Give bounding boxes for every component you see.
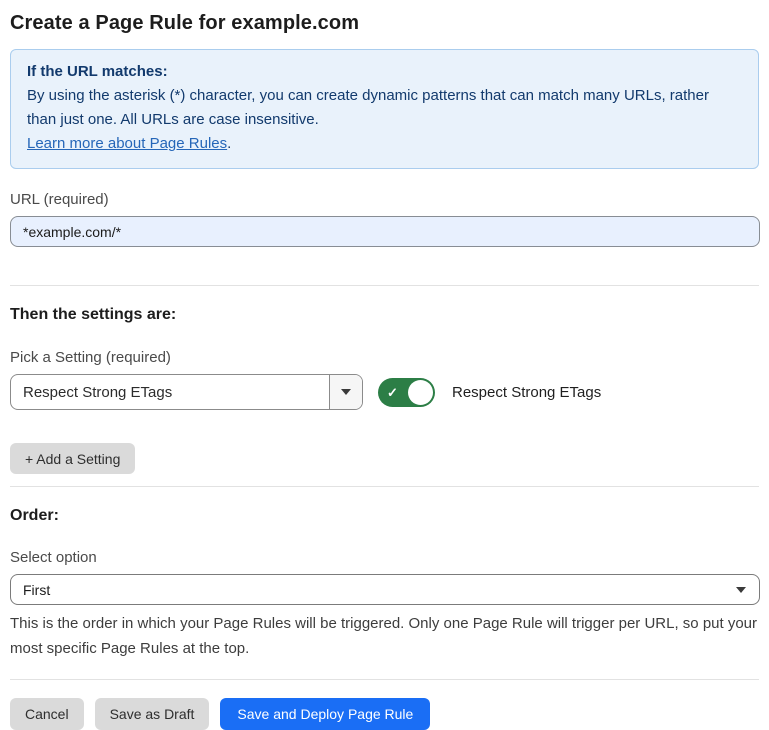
chevron-down-icon bbox=[341, 389, 351, 395]
setting-dropdown[interactable]: Respect Strong ETags bbox=[10, 374, 363, 410]
save-draft-button[interactable]: Save as Draft bbox=[95, 698, 210, 730]
add-setting-button[interactable]: + Add a Setting bbox=[10, 443, 135, 474]
page-rule-form: Create a Page Rule for example.com If th… bbox=[0, 0, 769, 730]
divider bbox=[10, 285, 759, 286]
setting-row: Respect Strong ETags ✓ Respect Strong ET… bbox=[10, 374, 759, 410]
info-box-link-line: Learn more about Page Rules. bbox=[27, 132, 742, 156]
url-section: URL (required) bbox=[10, 191, 759, 247]
url-field-label: URL (required) bbox=[10, 191, 759, 208]
save-deploy-button[interactable]: Save and Deploy Page Rule bbox=[220, 698, 430, 730]
page-title: Create a Page Rule for example.com bbox=[10, 12, 759, 35]
setting-dropdown-value: Respect Strong ETags bbox=[11, 375, 329, 409]
setting-dropdown-arrow-button[interactable] bbox=[329, 375, 362, 409]
divider bbox=[10, 679, 759, 680]
check-icon: ✓ bbox=[387, 385, 398, 400]
form-actions: Cancel Save as Draft Save and Deploy Pag… bbox=[10, 698, 759, 730]
toggle-knob bbox=[408, 380, 433, 405]
divider bbox=[10, 486, 759, 487]
info-box-body: By using the asterisk (*) character, you… bbox=[27, 84, 742, 132]
order-heading: Order: bbox=[10, 507, 759, 525]
info-box-heading: If the URL matches: bbox=[27, 60, 742, 84]
order-select-value: First bbox=[23, 582, 50, 598]
cancel-button[interactable]: Cancel bbox=[10, 698, 84, 730]
url-input[interactable] bbox=[10, 216, 760, 247]
order-select[interactable]: First bbox=[10, 574, 760, 605]
setting-picker-label: Pick a Setting (required) bbox=[10, 349, 759, 366]
settings-heading: Then the settings are: bbox=[10, 306, 759, 324]
order-help-text: This is the order in which your Page Rul… bbox=[10, 611, 759, 661]
link-period: . bbox=[227, 135, 231, 152]
order-select-label: Select option bbox=[10, 549, 759, 566]
learn-more-link[interactable]: Learn more about Page Rules bbox=[27, 135, 227, 152]
url-match-info-box: If the URL matches: By using the asteris… bbox=[10, 49, 759, 169]
chevron-down-icon bbox=[736, 587, 746, 593]
setting-toggle[interactable]: ✓ bbox=[378, 378, 435, 407]
toggle-label: Respect Strong ETags bbox=[452, 384, 601, 401]
